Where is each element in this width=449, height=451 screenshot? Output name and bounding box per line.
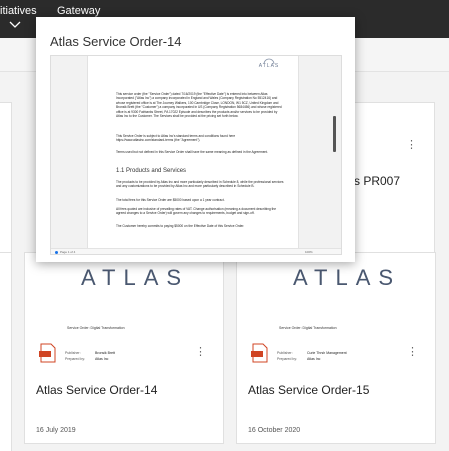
publisher-value: Bronsik Brett — [95, 351, 116, 355]
document-cover: ATLAS Service Order: Digital Transformat… — [237, 253, 435, 365]
page-logo: ATLAS — [258, 63, 280, 69]
document-preview-popup: Atlas Service Order-14 ATLAS This servic… — [36, 17, 355, 262]
doc-paragraph: All fees quoted are inclusive of prevail… — [116, 207, 277, 216]
more-options-icon[interactable]: ⋮ — [195, 347, 206, 358]
doc-paragraph: Terms used but not defined in this Servi… — [116, 150, 269, 154]
nav-item-gateway[interactable]: Gateway — [57, 5, 100, 17]
atlas-logo: ATLAS — [81, 265, 190, 290]
more-options-icon[interactable]: ⋮ — [407, 347, 418, 358]
document-card-partial[interactable] — [0, 102, 12, 262]
viewer-footer: Page 1 of 4 100% — [51, 248, 341, 254]
pdf-viewer[interactable]: ATLAS This service order (the "Service O… — [50, 55, 342, 255]
document-cover: ATLAS Service Order: Digital Transformat… — [25, 253, 223, 365]
document-title[interactable]: s PR007 — [354, 174, 400, 188]
document-card[interactable]: ATLAS Service Order: Digital Transformat… — [236, 252, 436, 444]
doc-paragraph: The products to be provided by Atlas Inc… — [116, 180, 284, 189]
prepared-by-label: Prepared by: — [65, 357, 86, 361]
publisher-value: Curie Thrsh Management — [307, 351, 347, 355]
viewer-scrollbar[interactable] — [333, 116, 336, 152]
preview-title: Atlas Service Order-14 — [50, 34, 182, 49]
atlas-logo: ATLAS — [293, 265, 402, 290]
page-indicator: Page 1 of 4 — [60, 250, 76, 254]
more-options-icon[interactable]: ⋮ — [406, 140, 417, 151]
cover-subtitle: Service Order: Digital Transformation — [67, 326, 125, 330]
prepared-by-value: Atlas Inc — [307, 357, 321, 361]
status-dot-icon — [55, 251, 58, 254]
doc-paragraph: The total fees for this Service Order ar… — [116, 198, 225, 202]
prepared-by-label: Prepared by: — [277, 357, 298, 361]
chevron-down-icon[interactable] — [9, 20, 21, 30]
nav-item-initiatives[interactable]: itiatives — [0, 5, 37, 17]
zoom-level[interactable]: 100% — [305, 250, 313, 254]
cover-subtitle: Service Order: Digital Transformation — [279, 326, 337, 330]
doc-heading: 1.1 Products and Services — [116, 168, 187, 174]
prepared-by-value: Atlas Inc — [95, 357, 109, 361]
document-title[interactable]: Atlas Service Order-14 — [36, 383, 157, 397]
pdf-file-icon — [251, 343, 268, 363]
doc-paragraph: This Service Order is subject to Atlas I… — [116, 134, 236, 143]
document-page: ATLAS This service order (the "Service O… — [87, 56, 299, 248]
document-title[interactable]: Atlas Service Order-15 — [248, 383, 369, 397]
document-card[interactable]: ATLAS Service Order: Digital Transformat… — [24, 252, 224, 444]
publisher-label: Publisher: — [65, 351, 81, 355]
doc-paragraph: This service order (the "Service Order")… — [116, 92, 282, 119]
document-date: 16 October 2020 — [248, 427, 301, 434]
document-date: 16 July 2019 — [36, 427, 76, 434]
pdf-file-icon — [39, 343, 56, 363]
doc-paragraph: The Customer hereby commits to paying $5… — [116, 224, 245, 228]
document-card-partial[interactable] — [0, 252, 12, 451]
publisher-label: Publisher: — [277, 351, 293, 355]
